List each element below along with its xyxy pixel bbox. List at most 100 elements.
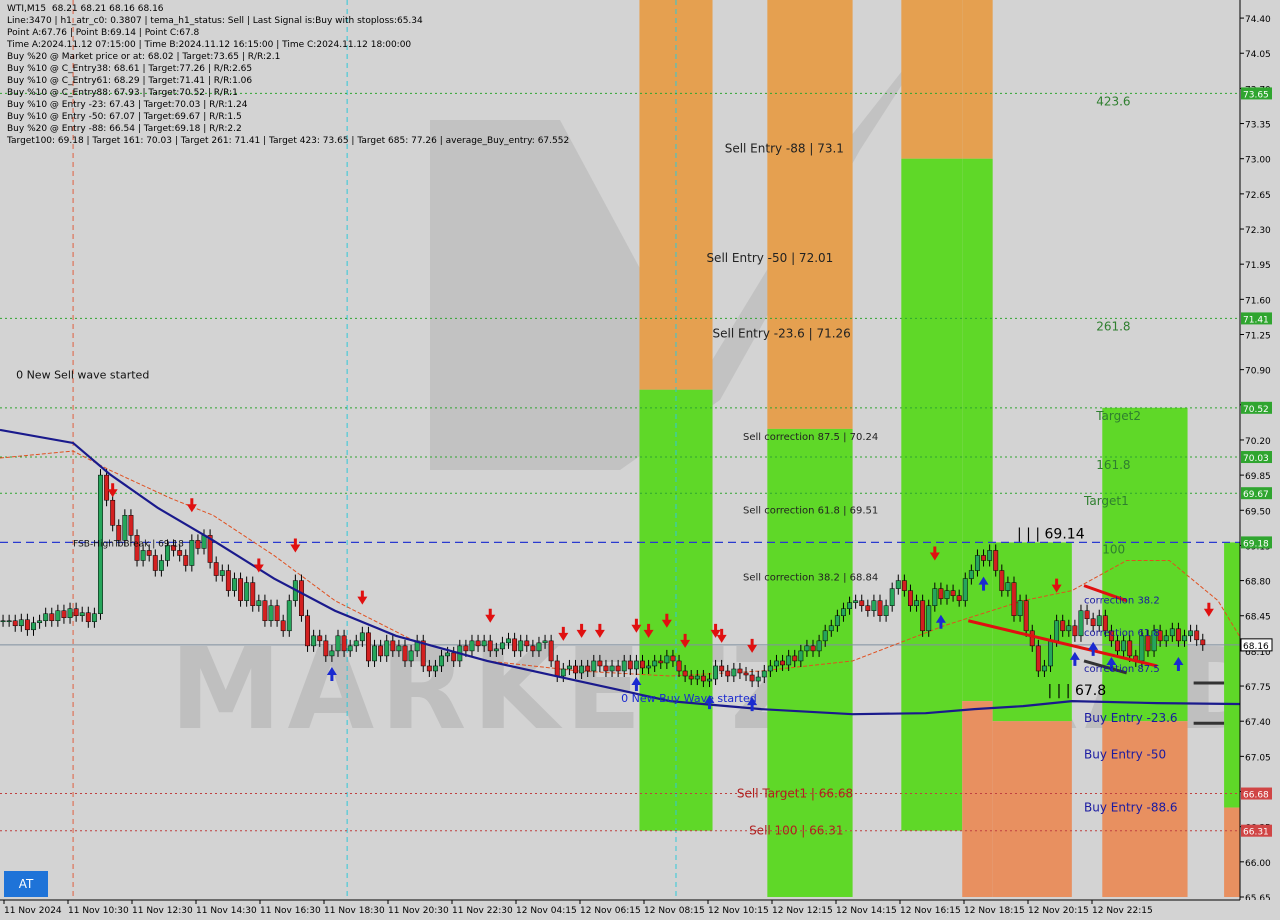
candle-body: [493, 648, 499, 652]
buy-level-label: Buy Entry -50: [1084, 747, 1166, 761]
candle-body: [530, 645, 536, 652]
candle-body: [140, 550, 146, 561]
buy-level-label: Target1: [1083, 494, 1129, 508]
candle-body: [73, 608, 79, 616]
candle-body: [688, 675, 694, 680]
candle-body: [213, 562, 219, 576]
candle-body: [152, 555, 158, 571]
candle-body: [664, 655, 670, 664]
candle-body: [938, 588, 944, 599]
price-tick-label: 71.95: [1245, 261, 1271, 271]
candle-body: [1054, 620, 1060, 642]
info-line: Time A:2024.11.12 07:15:00 | Time B:2024…: [7, 40, 412, 50]
time-tick-label: 11 Nov 14:30: [196, 906, 257, 916]
candle-body: [566, 665, 572, 670]
price-tick-label: 70.20: [1245, 437, 1271, 447]
candle-body: [12, 620, 18, 627]
candle-body: [244, 582, 250, 601]
autotrading-button[interactable]: AT: [4, 871, 48, 897]
sell-level-label: Sell correction 61.8 | 69.51: [743, 505, 878, 516]
candle-body: [633, 660, 639, 670]
candle: [299, 574, 304, 622]
candle-body: [536, 642, 542, 652]
candle: [920, 594, 926, 637]
candle-body: [183, 555, 189, 566]
candle-body: [700, 675, 706, 682]
candle-body: [18, 619, 24, 627]
info-line: Buy %10 @ C_Entry38: 68.61 | Target:77.2…: [7, 64, 253, 74]
candle: [286, 594, 292, 637]
candle-body: [55, 610, 61, 622]
candle-body: [853, 600, 859, 603]
price-tick-label: 69.85: [1245, 472, 1271, 482]
candle-body: [597, 660, 603, 667]
candle: [305, 609, 310, 652]
candle-body: [274, 605, 280, 622]
signal-zone: [962, 158, 993, 702]
candle-body: [1023, 600, 1029, 632]
sell-level-label: Sell 100 | 66.31: [749, 824, 843, 838]
sell-level-label: Sell correction 87.5 | 70.24: [743, 432, 878, 443]
candle-body: [1139, 635, 1145, 662]
candle: [1011, 576, 1017, 622]
candle-body: [390, 640, 396, 652]
candle-body: [542, 640, 548, 644]
candle-body: [871, 600, 877, 611]
signal-zone: [962, 0, 993, 159]
price-tick-label: 69.50: [1245, 507, 1271, 517]
info-line: Buy %10 @ Entry -23: 67.43 | Target:70.0…: [7, 100, 248, 110]
info-line: Buy %10 @ C_Entry61: 68.29 | Target:71.4…: [7, 76, 253, 86]
candle-body: [962, 578, 968, 601]
price-tick-label: 71.25: [1245, 331, 1271, 341]
buy-level-label: Buy Entry -88.6: [1084, 801, 1178, 815]
candle-body: [1096, 615, 1102, 627]
buy-level-label: 261.8: [1096, 319, 1130, 333]
candle-body: [926, 605, 932, 632]
candle-body: [1194, 630, 1200, 641]
candle-body: [1188, 630, 1194, 637]
candle-body: [1048, 640, 1053, 667]
candle-body: [238, 578, 244, 601]
candle-body: [426, 665, 432, 672]
candle-body: [469, 640, 475, 652]
candle-body: [1200, 639, 1206, 646]
time-tick-label: 12 Nov 08:15: [644, 906, 705, 916]
candle-body: [256, 600, 262, 606]
candle-body: [67, 608, 73, 618]
time-tick-label: 12 Nov 14:15: [836, 906, 897, 916]
buy-level-label: correction 87.5: [1084, 664, 1160, 675]
pattern-point-label: | | | 67.8: [1047, 683, 1106, 699]
time-tick-label: 12 Nov 20:15: [1028, 906, 1089, 916]
candle-body: [920, 600, 926, 632]
candle-body: [725, 670, 731, 677]
price-tag-label: 70.03: [1243, 454, 1269, 464]
time-tick-label: 11 Nov 12:30: [132, 906, 193, 916]
candle-body: [944, 590, 950, 599]
candle-body: [506, 638, 511, 644]
candle-body: [359, 632, 365, 642]
candle-body: [49, 613, 55, 622]
candle-body: [341, 635, 347, 652]
candle: [365, 626, 371, 667]
candle-body: [908, 590, 913, 606]
price-tag-label: 66.68: [1243, 791, 1269, 801]
sell-level-label: Sell Entry -88 | 73.1: [725, 142, 844, 156]
price-tick-label: 66.00: [1245, 859, 1271, 869]
candle-body: [24, 619, 30, 631]
candle-body: [1084, 610, 1090, 620]
candle-body: [1115, 640, 1120, 652]
wave-label: FSB-HighToBreak | 69.18: [73, 539, 184, 549]
candle-body: [554, 660, 560, 677]
candle-body: [810, 645, 816, 652]
candle-body: [749, 674, 755, 682]
candle-body: [1175, 628, 1181, 642]
candle-body: [579, 665, 585, 674]
candle-body: [841, 608, 846, 616]
candle-body: [658, 660, 664, 664]
price-tick-label: 74.40: [1245, 15, 1271, 25]
price-tag-label: 71.41: [1243, 315, 1269, 325]
candle-body: [968, 570, 974, 579]
candle-body: [609, 665, 615, 672]
candle-body: [323, 640, 329, 657]
candle-body: [146, 550, 152, 556]
